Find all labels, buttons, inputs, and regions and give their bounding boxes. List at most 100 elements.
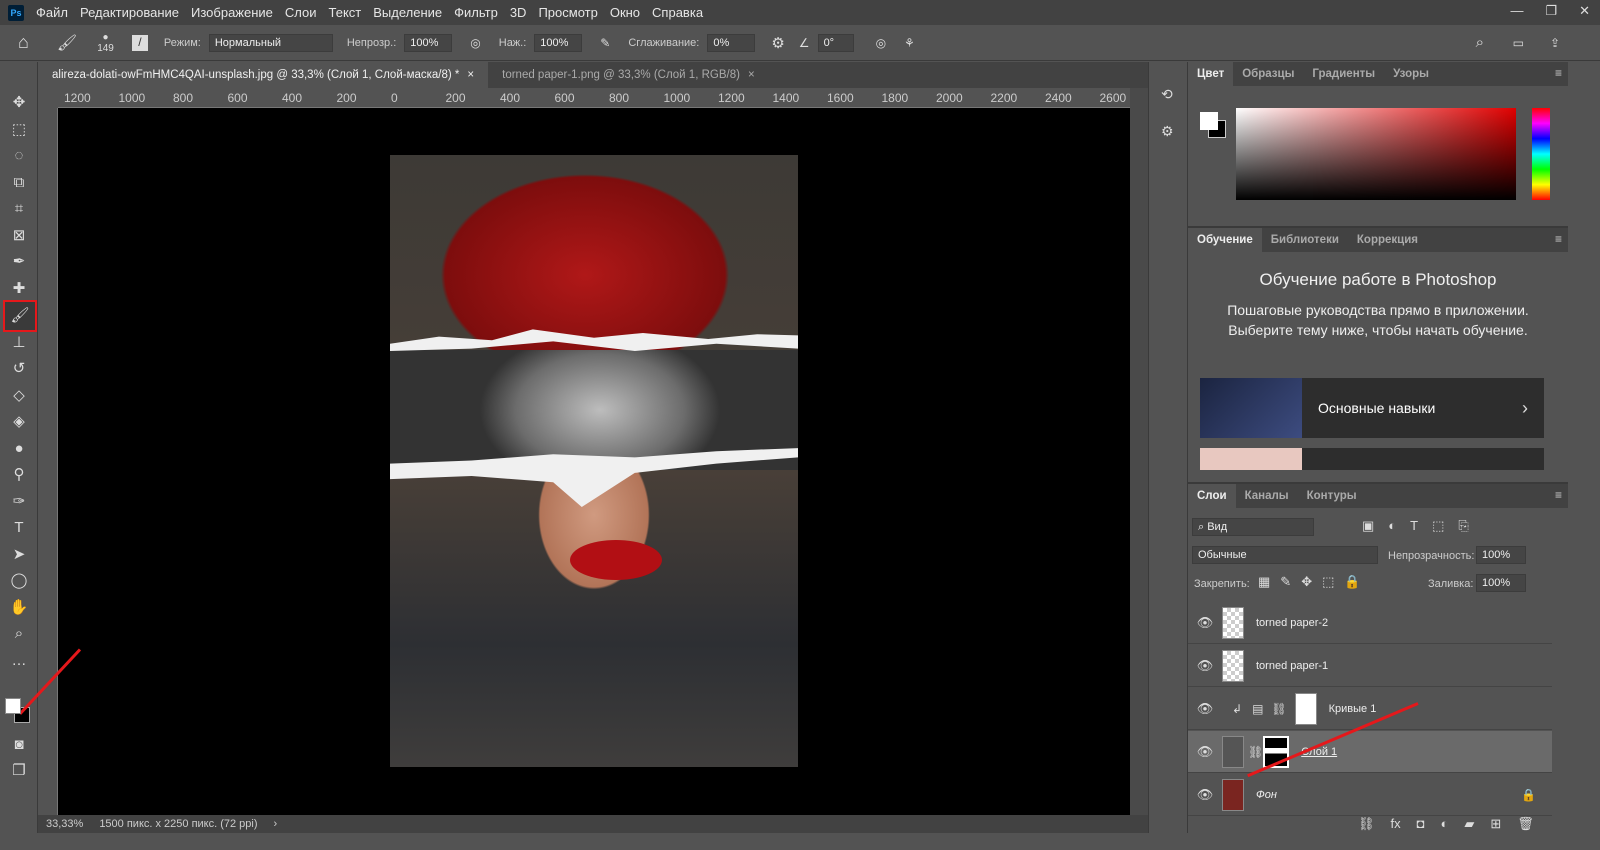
share-icon[interactable]: ⇪: [1550, 36, 1560, 50]
canvas-scrollbar[interactable]: [1130, 88, 1148, 815]
move-tool-icon[interactable]: ✥: [7, 92, 31, 114]
filter-type-icon[interactable]: T: [1410, 518, 1418, 534]
frame-tool-icon[interactable]: ⊠: [7, 225, 31, 247]
filter-pixel-icon[interactable]: ▣: [1362, 518, 1374, 534]
tab-document-1[interactable]: alireza-dolati-owFmHMC4QAI-unsplash.jpg …: [38, 62, 489, 88]
brush-preset-icon[interactable]: 🖌: [57, 33, 77, 53]
properties-icon[interactable]: ⚙: [1161, 123, 1187, 140]
tab-channels[interactable]: Каналы: [1236, 484, 1298, 508]
workspace-icon[interactable]: ▭: [1513, 36, 1524, 50]
hand-tool-icon[interactable]: ✋: [7, 597, 31, 619]
layer-row[interactable]: 👁 torned paper-1: [1188, 645, 1552, 687]
status-arrow-icon[interactable]: ›: [274, 818, 278, 830]
add-mask-icon[interactable]: ◘: [1417, 816, 1425, 832]
adjustment-layer-icon[interactable]: ◐: [1441, 816, 1449, 832]
object-select-tool-icon[interactable]: ⧉: [7, 172, 31, 194]
fill-input[interactable]: 100%: [1476, 574, 1526, 592]
menu-type[interactable]: Текст: [329, 5, 362, 20]
opacity-input[interactable]: 100%: [404, 33, 453, 52]
tab-document-2[interactable]: torned paper-1.png @ 33,3% (Слой 1, RGB/…: [488, 62, 769, 88]
angle-input[interactable]: 0°: [817, 33, 854, 52]
link-layers-icon[interactable]: ⛓: [1358, 816, 1375, 832]
restore-icon[interactable]: ❐: [1545, 3, 1557, 19]
lock-transparent-icon[interactable]: ▦: [1258, 574, 1270, 590]
type-tool-icon[interactable]: T: [7, 517, 31, 539]
layer-row[interactable]: 👁 torned paper-2: [1188, 602, 1552, 644]
dodge-tool-icon[interactable]: ⚲: [7, 464, 31, 486]
panel-menu-icon[interactable]: ≡: [1555, 232, 1562, 246]
panel-menu-icon[interactable]: ≡: [1555, 488, 1562, 502]
zoom-level[interactable]: 33,33%: [46, 818, 83, 830]
tab-swatches[interactable]: Образцы: [1233, 62, 1303, 86]
delete-icon[interactable]: 🗑: [1517, 816, 1534, 832]
stamp-tool-icon[interactable]: ⊥: [7, 332, 31, 354]
group-icon[interactable]: ▰: [1464, 816, 1474, 832]
filter-shape-icon[interactable]: ⬚: [1432, 518, 1444, 534]
gear-icon[interactable]: ⚙: [771, 34, 784, 52]
lock-artboard-icon[interactable]: ⬚: [1322, 574, 1334, 590]
lock-move-icon[interactable]: ✥: [1301, 574, 1312, 590]
lock-paint-icon[interactable]: ✎: [1280, 574, 1291, 590]
eraser-tool-icon[interactable]: ◇: [7, 385, 31, 407]
tab-libraries[interactable]: Библиотеки: [1262, 228, 1348, 252]
menu-edit[interactable]: Редактирование: [80, 5, 179, 20]
tab-layers[interactable]: Слои: [1188, 484, 1236, 508]
panel-menu-icon[interactable]: ≡: [1555, 66, 1562, 80]
minimize-icon[interactable]: —: [1510, 3, 1523, 19]
eye-icon[interactable]: 👁: [1188, 787, 1222, 803]
eyedropper-tool-icon[interactable]: ✒: [7, 251, 31, 273]
eye-icon[interactable]: 👁: [1188, 658, 1222, 674]
history-icon[interactable]: ⟲: [1161, 86, 1187, 103]
eye-icon[interactable]: 👁: [1188, 701, 1222, 717]
airbrush-icon[interactable]: ✎: [600, 36, 610, 50]
pressure-size-icon[interactable]: ◎: [876, 36, 886, 50]
menu-3d[interactable]: 3D: [510, 5, 527, 20]
blur-tool-icon[interactable]: ●: [7, 438, 31, 460]
menu-layers[interactable]: Слои: [285, 5, 317, 20]
menu-file[interactable]: Файл: [36, 5, 68, 20]
more-tools-icon[interactable]: …: [7, 650, 31, 672]
history-brush-tool-icon[interactable]: ↺: [7, 358, 31, 380]
pressure-opacity-icon[interactable]: ◎: [470, 36, 480, 50]
fg-swatch[interactable]: [1200, 112, 1218, 130]
tab-color[interactable]: Цвет: [1188, 62, 1234, 86]
healing-tool-icon[interactable]: ✚: [7, 278, 31, 300]
menu-window[interactable]: Окно: [610, 5, 640, 20]
brush-tool-icon[interactable]: 🖌: [3, 300, 37, 332]
brush-size[interactable]: ● 149: [97, 32, 114, 54]
lock-all-icon[interactable]: 🔒: [1344, 574, 1360, 590]
screen-mode-icon[interactable]: ❐: [7, 760, 31, 782]
tab-adjustments[interactable]: Коррекция: [1348, 228, 1427, 252]
home-icon[interactable]: ⌂: [18, 32, 29, 53]
close-tab-icon[interactable]: ×: [748, 69, 755, 81]
quick-mask-icon[interactable]: ◙: [7, 734, 31, 756]
path-select-tool-icon[interactable]: ➤: [7, 544, 31, 566]
menu-select[interactable]: Выделение: [373, 5, 442, 20]
pen-tool-icon[interactable]: ✑: [7, 491, 31, 513]
crop-tool-icon[interactable]: ⌗: [7, 198, 31, 220]
menu-filter[interactable]: Фильтр: [454, 5, 498, 20]
eye-icon[interactable]: 👁: [1188, 615, 1222, 631]
layer-opacity-input[interactable]: 100%: [1476, 546, 1526, 564]
learn-card-2[interactable]: [1200, 448, 1544, 470]
brush-settings-icon[interactable]: /: [131, 34, 148, 51]
foreground-color-swatch[interactable]: [5, 698, 21, 714]
blend-mode-select[interactable]: Обычные: [1192, 546, 1378, 564]
menu-image[interactable]: Изображение: [191, 5, 273, 20]
filter-adjustment-icon[interactable]: ◐: [1388, 518, 1396, 534]
mode-select[interactable]: Нормальный: [208, 33, 333, 52]
tab-patterns[interactable]: Узоры: [1384, 62, 1438, 86]
close-tab-icon[interactable]: ×: [467, 69, 474, 81]
search-icon[interactable]: ⌕: [1476, 34, 1484, 51]
learn-card-basics[interactable]: Основные навыки ›: [1200, 378, 1544, 438]
zoom-tool-icon[interactable]: ⌕: [7, 623, 31, 645]
layer-row[interactable]: 👁 Фон 🔒: [1188, 774, 1552, 816]
eye-icon[interactable]: 👁: [1188, 744, 1222, 760]
new-layer-icon[interactable]: ⊞: [1490, 816, 1501, 832]
symmetry-icon[interactable]: ⚘: [904, 36, 915, 50]
tab-gradients[interactable]: Градиенты: [1303, 62, 1384, 86]
layer-row-selected[interactable]: 👁 ⛓ Слой 1: [1188, 731, 1552, 773]
close-icon[interactable]: ✕: [1579, 3, 1590, 19]
marquee-tool-icon[interactable]: ⬚: [7, 119, 31, 141]
smoothing-input[interactable]: 0%: [707, 33, 756, 52]
